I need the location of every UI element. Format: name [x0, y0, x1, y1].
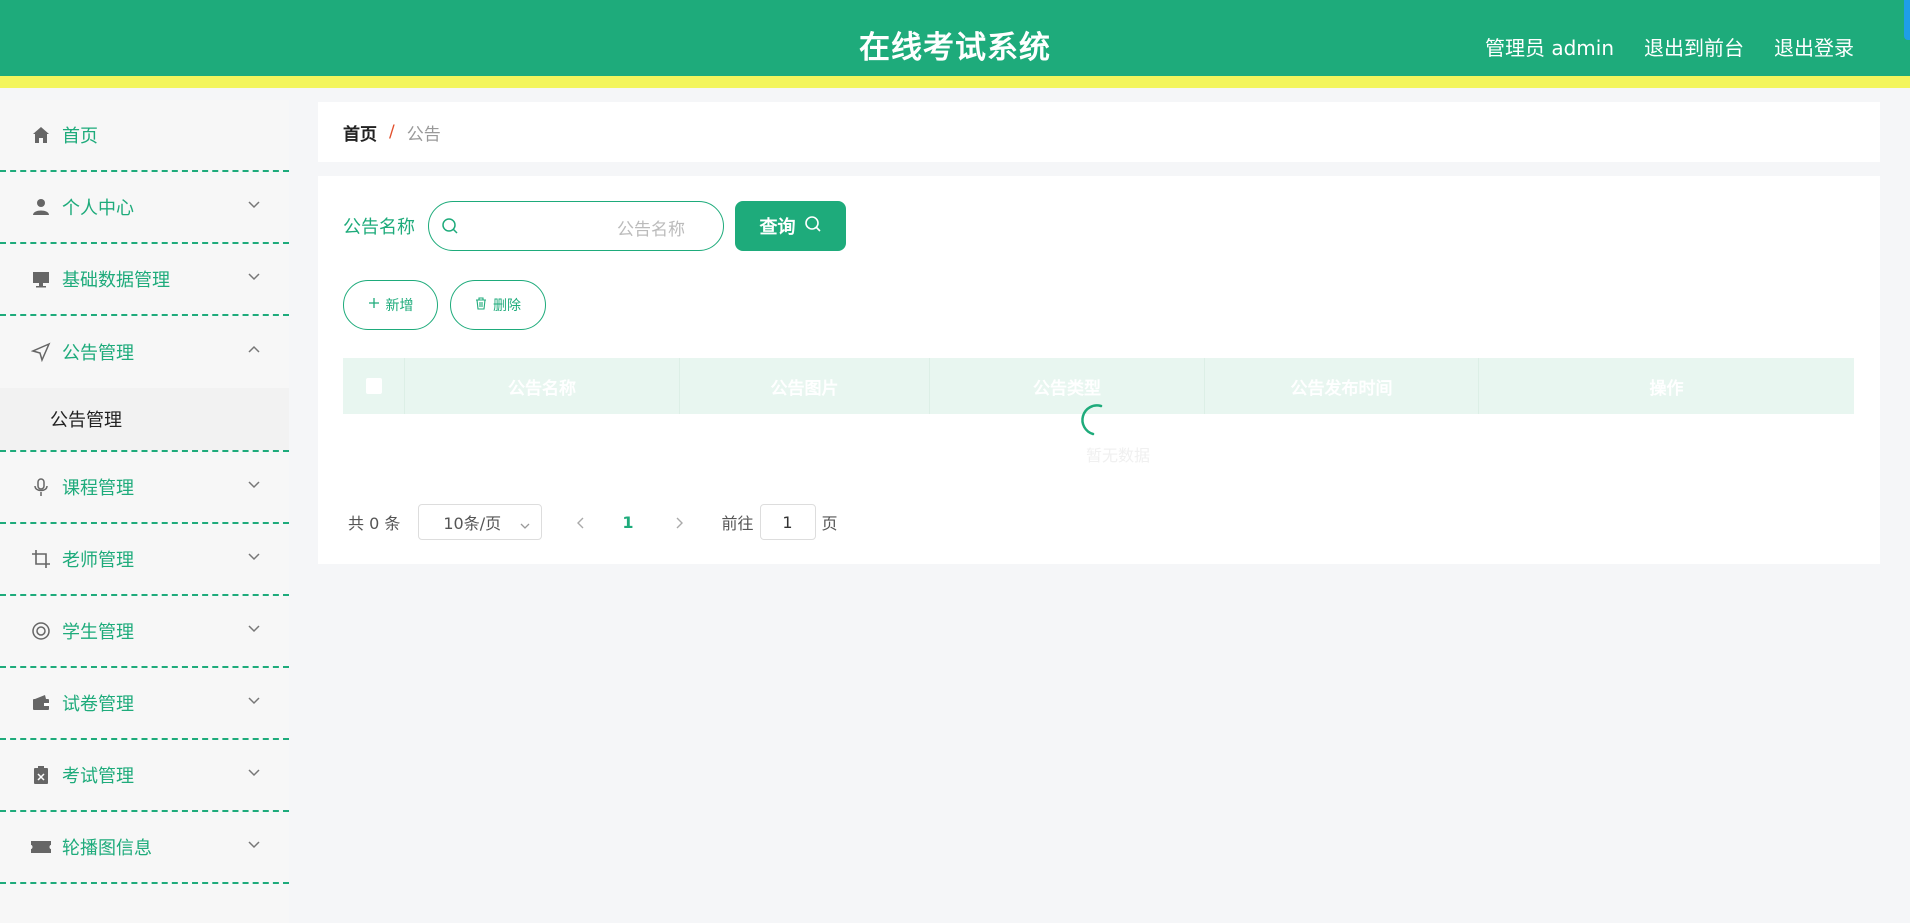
sidebar-item-course[interactable]: 课程管理	[0, 452, 289, 524]
column-header[interactable]: 公告图片	[680, 358, 930, 414]
select-all-cell	[343, 358, 405, 414]
search-icon	[804, 215, 822, 238]
ticket-icon	[30, 836, 52, 858]
sidebar-item-label: 课程管理	[62, 478, 134, 499]
add-button-label: 新增	[385, 298, 414, 314]
trash-icon	[475, 296, 487, 314]
wallet-icon	[30, 692, 52, 714]
chevron-down-icon	[247, 620, 261, 634]
sidebar-item-label: 考试管理	[62, 766, 134, 787]
chevron-down-icon	[247, 836, 261, 850]
sidebar-item-teacher[interactable]: 老师管理	[0, 524, 289, 596]
goto-page-input[interactable]	[759, 504, 816, 540]
page-size-select[interactable]: 10条/页	[418, 504, 543, 540]
chevron-down-icon	[519, 517, 531, 529]
sidebar-subitem-label: 公告管理	[50, 410, 122, 431]
main-content-card: 公告名称 公告名称 查询 新增 删除 公告名称 公告图片 公告类型 公告发布时间…	[318, 176, 1880, 564]
query-button[interactable]: 查询	[735, 201, 846, 251]
chevron-down-icon	[247, 196, 261, 210]
prev-page-icon[interactable]	[574, 515, 588, 529]
header-actions: 管理员 admin 退出到前台 退出登录	[1485, 32, 1854, 61]
lifebuoy-icon	[30, 620, 52, 642]
sidebar-item-home[interactable]: 首页	[0, 100, 289, 172]
select-all-checkbox[interactable]	[365, 378, 382, 394]
chevron-down-icon	[247, 692, 261, 706]
search-input[interactable]: 公告名称	[428, 201, 724, 251]
top-header: 在线考试系统 管理员 admin 退出到前台 退出登录	[0, 0, 1910, 88]
sidebar-item-label: 轮播图信息	[62, 838, 152, 859]
exit-to-front-link[interactable]: 退出到前台	[1644, 32, 1744, 61]
page-size-value: 10条/页	[443, 514, 502, 533]
chevron-down-icon	[247, 476, 261, 490]
pagination: 共 0 条 10条/页 1 前往 页	[348, 504, 838, 540]
sidebar-item-label: 基础数据管理	[62, 270, 170, 291]
sidebar-item-carousel[interactable]: 轮播图信息	[0, 812, 289, 884]
sidebar-item-announcement[interactable]: 公告管理	[0, 316, 289, 388]
crop-icon	[30, 548, 52, 570]
microphone-icon	[30, 476, 52, 498]
sidebar-item-exam[interactable]: 考试管理	[0, 740, 289, 812]
sidebar-subitem-announcement-manage[interactable]: 公告管理	[0, 388, 289, 450]
send-icon	[30, 341, 52, 363]
breadcrumb-separator: /	[389, 122, 395, 142]
breadcrumb-home[interactable]: 首页	[343, 120, 377, 145]
add-button[interactable]: 新增	[343, 280, 438, 330]
sidebar-item-personal-center[interactable]: 个人中心	[0, 172, 289, 244]
sidebar-item-label: 个人中心	[62, 198, 134, 219]
sidebar-item-label: 公告管理	[62, 343, 134, 364]
chevron-down-icon	[247, 268, 261, 282]
sidebar: 首页 个人中心 基础数据管理 公告管理 公告管理 课程管理 老师管理 学生管理 …	[0, 100, 289, 923]
plus-icon	[368, 297, 380, 313]
search-placeholder: 公告名称	[617, 220, 685, 240]
sidebar-group-announcement: 公告管理 公告管理	[0, 316, 289, 452]
search-label: 公告名称	[343, 217, 415, 238]
monitor-icon	[30, 268, 52, 290]
user-icon	[30, 196, 52, 218]
sidebar-item-label: 试卷管理	[62, 694, 134, 715]
search-icon	[441, 217, 459, 235]
sidebar-item-basic-data[interactable]: 基础数据管理	[0, 244, 289, 316]
loading-spinner	[1075, 402, 1111, 438]
column-header[interactable]: 公告名称	[405, 358, 680, 414]
delete-button-label: 删除	[493, 298, 521, 314]
breadcrumb: 首页 / 公告	[318, 102, 1880, 162]
empty-text: 暂无数据	[1085, 446, 1150, 465]
column-header[interactable]: 公告发布时间	[1205, 358, 1479, 414]
scroll-edge-indicator	[1904, 0, 1910, 40]
page-suffix: 页	[821, 514, 838, 533]
logout-link[interactable]: 退出登录	[1774, 32, 1854, 61]
delete-button[interactable]: 删除	[450, 280, 546, 330]
total-count: 共 0 条	[348, 514, 401, 533]
sidebar-item-student[interactable]: 学生管理	[0, 596, 289, 668]
next-page-icon[interactable]	[672, 515, 686, 529]
goto-label: 前往	[721, 514, 754, 533]
breadcrumb-current: 公告	[406, 124, 441, 145]
chevron-down-icon	[247, 548, 261, 562]
chevron-up-icon	[247, 340, 261, 354]
sidebar-item-paper[interactable]: 试卷管理	[0, 668, 289, 740]
sidebar-item-label: 首页	[62, 126, 98, 147]
sidebar-item-label: 学生管理	[62, 622, 134, 643]
query-button-label: 查询	[759, 217, 796, 238]
column-header[interactable]: 公告类型	[930, 358, 1205, 414]
column-header: 操作	[1649, 378, 1684, 399]
home-icon	[30, 124, 52, 146]
chevron-down-icon	[247, 764, 261, 778]
admin-label: 管理员 admin	[1484, 36, 1614, 60]
page-number[interactable]: 1	[622, 513, 633, 532]
clipboard-x-icon	[30, 764, 52, 786]
sidebar-item-label: 老师管理	[62, 550, 134, 571]
